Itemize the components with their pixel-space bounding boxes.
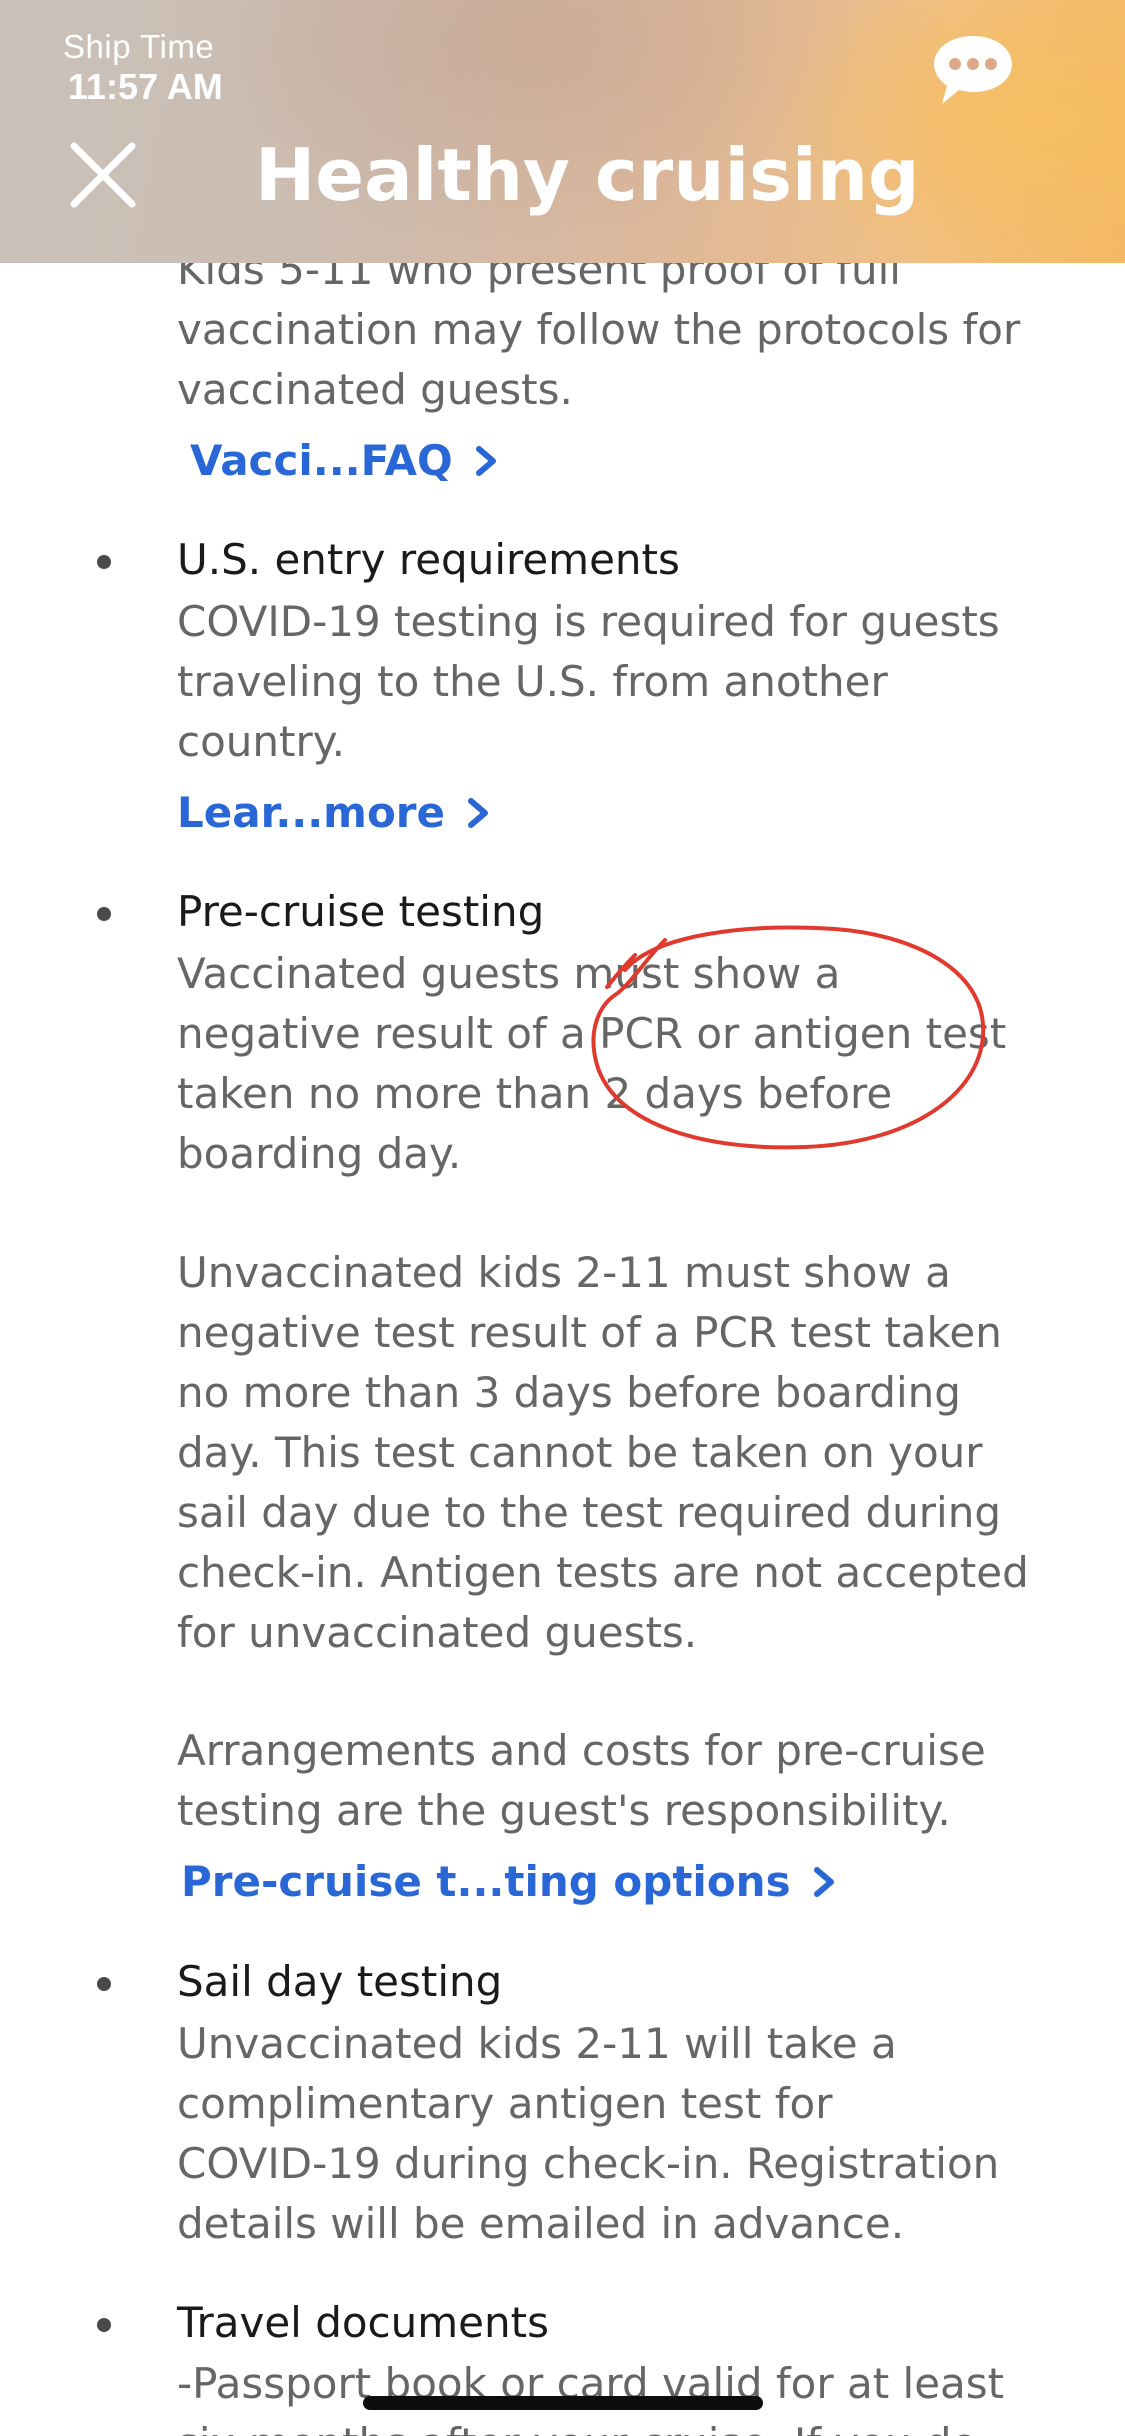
home-indicator[interactable]: [363, 2396, 763, 2410]
sail-day-line: COVID-19 during check-in. Registration: [177, 2139, 1000, 2188]
sail-day-line: Unvaccinated kids 2-11 will take a: [177, 2019, 897, 2068]
bullet-dot: [97, 2318, 111, 2332]
page-title: Healthy cruising: [255, 133, 920, 217]
learn-more-link[interactable]: Lear...more: [177, 788, 493, 837]
chevron-right-icon: [468, 797, 488, 828]
travel-documents-line: six months after your cruise. If you do: [177, 2414, 1057, 2436]
pre-cruise-line: no more than 3 days before boarding: [177, 1368, 961, 1417]
chevron-right-icon: [475, 445, 496, 476]
pre-cruise-line: Vaccinated guests must show a: [177, 949, 841, 998]
pre-cruise-paragraph-costs: Arrangements and costs for pre-cruise te…: [177, 1721, 1057, 1841]
ship-time-label: Ship Time: [63, 28, 215, 65]
ship-time-value: 11:57 AM: [68, 66, 223, 107]
vaccination-faq-link[interactable]: Vacci...FAQ: [190, 436, 501, 485]
sail-day-paragraph: Unvaccinated kids 2-11 will take a compl…: [177, 2014, 1057, 2254]
sail-day-line: details will be emailed in advance.: [177, 2199, 905, 2248]
sail-day-line: complimentary antigen test for: [177, 2079, 833, 2128]
pre-cruise-line: Arrangements and costs for pre-cruise: [177, 1726, 986, 1775]
header-bar: Ship Time 11:57 AM Healthy cruising: [0, 0, 1125, 263]
close-icon[interactable]: [68, 140, 138, 210]
item-title-travel-documents: Travel documents: [177, 2298, 549, 2347]
pre-cruise-paragraph-vaccinated: Vaccinated guests must show a negative r…: [177, 944, 1057, 1184]
pre-cruise-line: Unvaccinated kids 2-11 must show a: [177, 1248, 951, 1297]
chat-bubble-icon[interactable]: [930, 30, 1016, 110]
item-title-sail-day-testing: Sail day testing: [177, 1957, 503, 2006]
intro-line: vaccinated guests.: [177, 365, 573, 414]
us-entry-line: country.: [177, 717, 345, 766]
us-entry-line: traveling to the U.S. from another: [177, 657, 888, 706]
pre-cruise-paragraph-unvaccinated: Unvaccinated kids 2-11 must show a negat…: [177, 1243, 1057, 1663]
bullet-dot: [97, 907, 111, 921]
pre-cruise-line: testing are the guest's responsibility.: [177, 1786, 951, 1835]
us-entry-line: COVID-19 testing is required for guests: [177, 597, 1000, 646]
bullet-dot: [97, 1977, 111, 1991]
bullet-dot: [97, 555, 111, 569]
pre-cruise-testing-options-link[interactable]: Pre-cruise t...ting options: [181, 1857, 839, 1906]
us-entry-paragraph: COVID-19 testing is required for guests …: [177, 592, 1057, 772]
chevron-right-icon: [813, 1866, 834, 1897]
pre-cruise-line: negative test result of a PCR test taken: [177, 1308, 1002, 1357]
pre-cruise-line: negative result of a PCR or antigen test: [177, 1009, 1007, 1058]
pre-cruise-line: check-in. Antigen tests are not accepted: [177, 1548, 1029, 1597]
intro-paragraph: Kids 5-11 who present proof of full vacc…: [177, 240, 1057, 420]
intro-line: vaccination may follow the protocols for: [177, 305, 1021, 354]
vaccination-faq-link-label: Vacci...FAQ: [190, 436, 453, 485]
content-scroll-area[interactable]: Kids 5-11 who present proof of full vacc…: [0, 0, 1125, 2436]
pre-cruise-line: sail day due to the test required during: [177, 1488, 1002, 1537]
pre-cruise-line: day. This test cannot be taken on your: [177, 1428, 983, 1477]
item-title-us-entry: U.S. entry requirements: [177, 535, 680, 584]
pre-cruise-line: taken no more than 2 days before: [177, 1069, 893, 1118]
item-title-pre-cruise-testing: Pre-cruise testing: [177, 887, 545, 936]
travel-documents-paragraph: -Passport book or card valid for at leas…: [177, 2354, 1057, 2436]
pre-cruise-testing-options-link-label: Pre-cruise t...ting options: [181, 1857, 791, 1906]
pre-cruise-line: boarding day.: [177, 1129, 462, 1178]
learn-more-link-label: Lear...more: [177, 788, 445, 837]
pre-cruise-line: for unvaccinated guests.: [177, 1608, 698, 1657]
